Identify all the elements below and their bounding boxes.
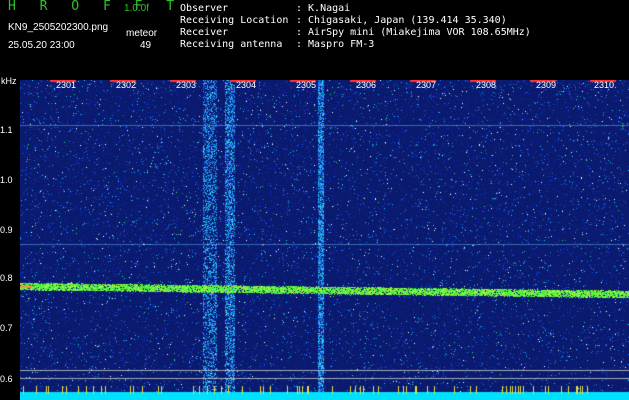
info-value-antenna: : Maspro FM-3 [296, 39, 375, 50]
time-tick-label: 2301 [56, 80, 77, 90]
info-value-observer: : K.Nagai [296, 3, 351, 14]
meteor-count: 49 [140, 40, 152, 51]
meteor-label: meteor [126, 28, 158, 39]
info-label-observer: Observer [180, 3, 229, 14]
time-tick-label: 2304 [236, 80, 257, 90]
y-tick-label: 0.6 [0, 374, 13, 384]
info-label-receiver: Receiver [180, 27, 229, 38]
time-tick-label: 2308 [476, 80, 497, 90]
time-tick-label: 2305 [296, 80, 317, 90]
info-label-antenna: Receiving antenna [180, 39, 283, 50]
spectrogram-panel [20, 80, 629, 400]
spectrogram-canvas [20, 80, 629, 400]
info-value-location: : Chigasaki, Japan (139.414 35.340) [296, 15, 507, 26]
time-tick-label: 2310 [594, 80, 615, 90]
time-tick-label: 2303 [176, 80, 197, 90]
time-tick-label: 2309 [536, 80, 557, 90]
y-tick-label: 0.8 [0, 273, 13, 283]
time-tick-label: 2306 [356, 80, 377, 90]
y-tick-label: 0.9 [0, 225, 13, 235]
timestamp: 25.05.20 23:00 [8, 40, 75, 51]
y-tick-label: 1.0 [0, 175, 13, 185]
info-value-receiver: : AirSpy mini (Miakejima VOR 108.65MHz) [296, 27, 531, 38]
app-version: 1.0.0f [124, 3, 150, 14]
info-label-location: Receiving Location [180, 15, 289, 26]
file-name: KN9_2505202300.png [8, 22, 109, 33]
app-brand: H R O F F T [8, 0, 183, 14]
y-tick-label: 1.1 [0, 125, 13, 135]
axis-unit: kHz [1, 76, 17, 86]
time-tick-label: 2307 [416, 80, 437, 90]
time-tick-label: 2302 [116, 80, 137, 90]
header-panel: H R O F F T 1.0.0f KN9_2505202300.png me… [0, 0, 629, 78]
y-tick-label: 0.7 [0, 323, 13, 333]
